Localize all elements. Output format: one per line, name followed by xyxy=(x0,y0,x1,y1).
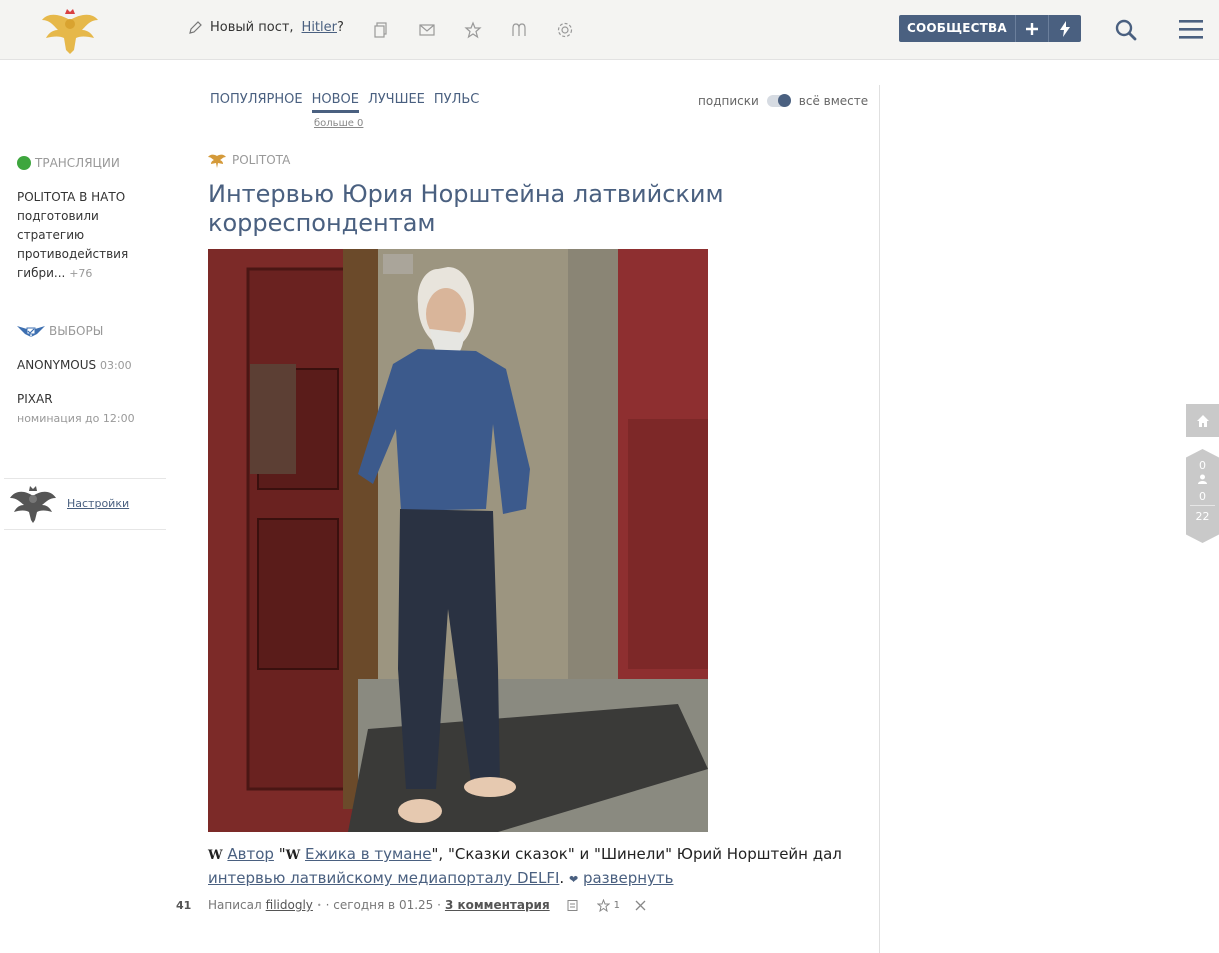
elections-label: ВЫБОРЫ xyxy=(49,324,104,338)
top-bar: Новый пост, Hitler? СООБЩЕСТВА xyxy=(0,0,1219,60)
election-2-text: номинация до 12:00 xyxy=(17,412,135,425)
tab-popular[interactable]: ПОПУЛЯРНОЕ xyxy=(210,92,303,113)
comment-box-icon[interactable] xyxy=(566,899,579,912)
wikipedia-icon-2: W xyxy=(285,848,301,863)
body-text-3: . xyxy=(559,869,565,887)
broadcast-count: +76 xyxy=(69,267,93,280)
counter-widget[interactable]: 0 0 22 xyxy=(1186,449,1219,543)
top-icon-bar xyxy=(372,21,574,39)
person-icon xyxy=(1186,474,1219,488)
broadcast-title: POLITOTA В НАТО xyxy=(17,190,126,204)
lightning-button[interactable] xyxy=(1047,15,1081,42)
broadcasts-header[interactable]: ТРАНСЛЯЦИИ xyxy=(17,156,120,170)
election-item-1[interactable]: ANONYMOUS 03:00 xyxy=(17,356,167,375)
post-score: 41 xyxy=(176,898,192,912)
author-prefix: Написал xyxy=(208,898,262,912)
sidebar-divider xyxy=(4,478,166,479)
post-body: W Автор "W Ежика в тумане", "Сказки сказ… xyxy=(208,843,868,891)
counter-bottom: 22 xyxy=(1195,510,1210,523)
feed-tabs: ПОПУЛЯРНОЕ НОВОЕ ЛУЧШЕЕ ПУЛЬС xyxy=(210,92,479,113)
settings-link[interactable]: Настройки xyxy=(67,497,129,510)
post-title[interactable]: Интервью Юрия Норштейна латвийским корре… xyxy=(208,180,848,238)
elections-header[interactable]: ВЫБОРЫ xyxy=(17,324,103,338)
sidebar-divider-bottom xyxy=(4,529,166,530)
close-icon[interactable] xyxy=(634,899,647,912)
post-time: · сегодня в 01.25 · xyxy=(325,898,441,912)
wikipedia-icon: W xyxy=(208,848,223,863)
communities-button[interactable]: СООБЩЕСТВА xyxy=(899,15,1015,42)
new-post-label: Новый пост, xyxy=(210,20,294,35)
broadcasts-label: ТРАНСЛЯЦИИ xyxy=(35,156,120,170)
feed-filter-toggle[interactable]: подписки всё вместе xyxy=(698,94,868,108)
tab-best[interactable]: ЛУЧШЕЕ xyxy=(368,92,425,113)
communities-button-group: СООБЩЕСТВА xyxy=(899,15,1081,42)
body-text-1: " xyxy=(273,845,286,863)
hedgehog-link[interactable]: Ежика в тумане xyxy=(305,845,432,863)
body-text-2: ", "Сказки сказок" и "Шинели" Юрий Норшт… xyxy=(431,845,842,863)
mail-icon[interactable] xyxy=(418,21,436,39)
tab-pulse[interactable]: ПУЛЬС xyxy=(434,92,479,113)
site-logo-icon[interactable] xyxy=(40,6,100,56)
post-community[interactable]: POLITOTA xyxy=(208,152,290,168)
election-1-time: 03:00 xyxy=(99,359,132,372)
hamburger-menu-icon[interactable] xyxy=(1178,18,1204,40)
post-photo[interactable] xyxy=(208,249,708,832)
toggle-label-all[interactable]: всё вместе xyxy=(799,94,868,108)
community-logo-icon xyxy=(208,154,226,168)
lightning-icon xyxy=(1059,20,1070,37)
tab-new[interactable]: НОВОЕ xyxy=(311,92,359,113)
election-2-title: PIXAR xyxy=(17,392,53,406)
counter-mid: 0 xyxy=(1199,490,1206,503)
comments-link[interactable]: 3 комментария xyxy=(445,898,550,912)
expand-link[interactable]: развернуть xyxy=(583,869,674,887)
election-item-2[interactable]: PIXAR номинация до 12:00 xyxy=(17,390,167,428)
more-link[interactable]: больше 0 xyxy=(314,118,363,129)
gear-icon[interactable] xyxy=(556,21,574,39)
counter-top: 0 xyxy=(1199,459,1206,472)
heart-icon: ❤ xyxy=(568,873,579,886)
pages-icon[interactable] xyxy=(372,21,390,39)
content-divider xyxy=(879,85,880,953)
new-post-prompt[interactable]: Новый пост, Hitler? xyxy=(188,20,344,35)
election-1-title: ANONYMOUS xyxy=(17,358,97,372)
toggle-label-subscriptions[interactable]: подписки xyxy=(698,94,759,108)
question-mark: ? xyxy=(337,20,344,35)
search-icon[interactable] xyxy=(1114,18,1138,42)
user-avatar-icon[interactable] xyxy=(10,484,56,524)
community-name: POLITOTA xyxy=(232,153,291,167)
home-button[interactable] xyxy=(1186,404,1219,437)
favorite-star-icon[interactable] xyxy=(596,898,610,912)
username-link[interactable]: Hitler xyxy=(302,20,337,35)
plus-icon xyxy=(1025,22,1038,35)
star-icon[interactable] xyxy=(464,21,482,39)
live-dot-icon xyxy=(17,156,31,170)
elections-logo-icon xyxy=(17,326,45,337)
pencil-icon xyxy=(189,20,202,34)
interview-link[interactable]: интервью латвийскому медиапорталу DELFI xyxy=(208,869,559,887)
author-marker: • xyxy=(316,900,322,910)
home-icon xyxy=(1196,414,1209,427)
add-community-button[interactable] xyxy=(1014,15,1048,42)
favorites-count: 1 xyxy=(613,899,621,911)
mentions-icon[interactable] xyxy=(510,21,528,39)
broadcast-item[interactable]: POLITOTA В НАТО подготовили стратегию пр… xyxy=(17,188,167,283)
post-meta: 41 Написал filidogly • · сегодня в 01.25… xyxy=(176,898,647,912)
toggle-switch[interactable] xyxy=(766,94,791,107)
author-username-link[interactable]: filidogly xyxy=(266,898,313,912)
author-link[interactable]: Автор xyxy=(227,845,274,863)
